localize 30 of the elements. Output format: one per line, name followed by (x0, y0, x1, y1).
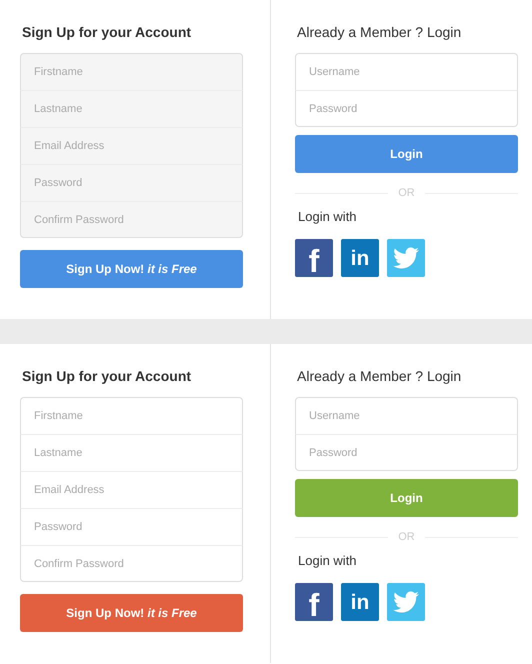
login-button[interactable]: Login (295, 479, 518, 517)
signup-button[interactable]: Sign Up Now! it is Free (20, 594, 243, 632)
signup-button[interactable]: Sign Up Now! it is Free (20, 250, 243, 288)
input-field[interactable]: Password (295, 434, 518, 471)
input-field[interactable]: Password (20, 508, 243, 545)
input-field[interactable]: Lastname (20, 90, 243, 127)
twitter-button[interactable] (387, 239, 425, 277)
login-button[interactable]: Login (295, 135, 518, 173)
input-field[interactable]: Confirm Password (20, 545, 243, 582)
facebook-button[interactable]: f (295, 583, 333, 621)
signup-title: Sign Up for your Account (22, 24, 192, 42)
signup-title: Sign Up for your Account (22, 368, 192, 386)
login-title: Already a Member ? Login (297, 368, 462, 386)
input-field[interactable]: Lastname (20, 434, 243, 471)
input-field[interactable]: Password (20, 164, 243, 201)
input-field[interactable]: Username (295, 53, 518, 90)
linkedin-button[interactable]: in (341, 239, 379, 277)
twitter-button[interactable] (387, 583, 425, 621)
input-field[interactable]: Firstname (20, 53, 243, 90)
input-field[interactable]: Confirm Password (20, 201, 243, 238)
facebook-button[interactable]: f (295, 239, 333, 277)
login-with-label: Login with (298, 209, 358, 224)
input-field[interactable]: Email Address (20, 127, 243, 164)
login-with-label: Login with (298, 553, 358, 568)
input-field[interactable]: Firstname (20, 397, 243, 434)
input-field[interactable]: Username (295, 397, 518, 434)
input-field[interactable]: Email Address (20, 471, 243, 508)
linkedin-button[interactable]: in (341, 583, 379, 621)
input-field[interactable]: Password (295, 90, 518, 127)
login-title: Already a Member ? Login (297, 24, 462, 42)
